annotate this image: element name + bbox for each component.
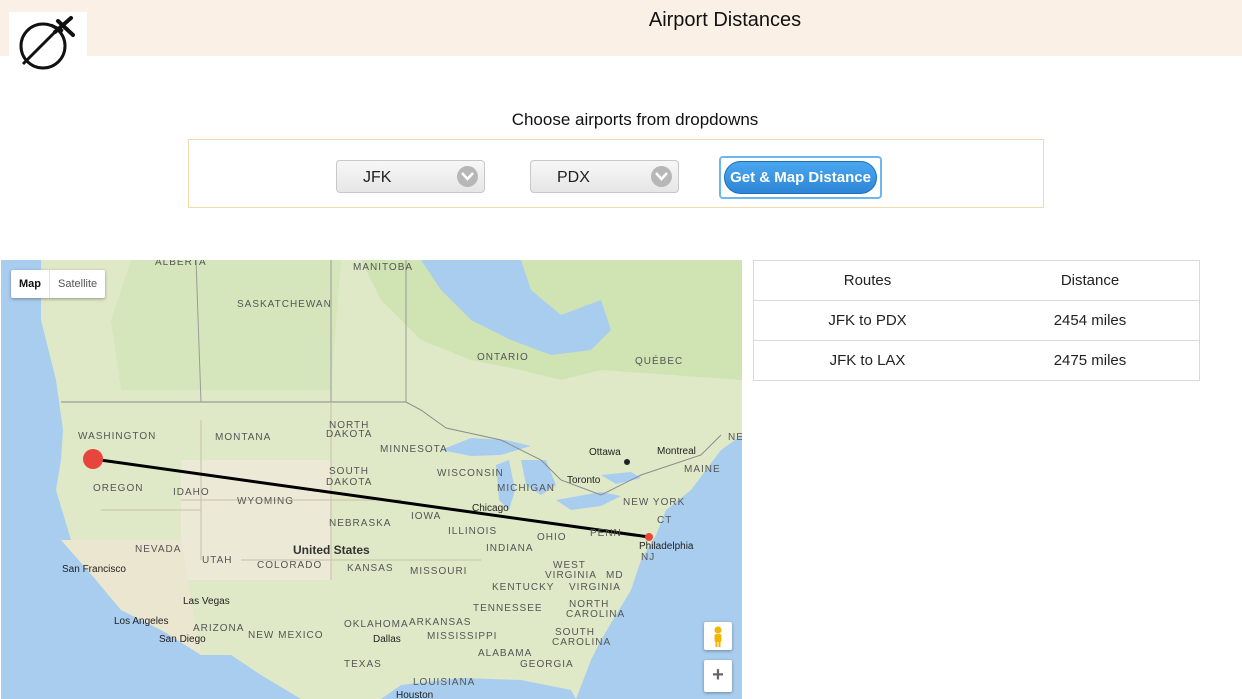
- map-label: MICHIGAN: [497, 483, 555, 494]
- map-label: ALABAMA: [478, 648, 533, 659]
- map-type-map-button[interactable]: Map: [11, 270, 49, 298]
- map-label: CAROLINA: [566, 609, 626, 620]
- map-label: ARIZONA: [193, 623, 245, 634]
- route-cell: JFK to LAX: [829, 352, 906, 369]
- map-label: SASKATCHEWAN: [237, 299, 332, 310]
- map-label: MONTANA: [215, 432, 272, 443]
- map-label: WYOMING: [237, 496, 294, 507]
- chevron-down-icon: [457, 166, 478, 187]
- map-label: OREGON: [93, 483, 144, 494]
- map-label: IOWA: [411, 511, 442, 522]
- airport-selector-panel: JFK PDX Get & Map Distance: [188, 139, 1044, 208]
- map-label: OKLAHOMA: [344, 619, 409, 630]
- app-header: Airport Distances: [0, 0, 1242, 56]
- street-view-button[interactable]: [704, 622, 732, 650]
- map-label: LOUISIANA: [413, 677, 476, 688]
- map-label: QUÉBEC: [635, 356, 684, 367]
- map-label: MAINE: [684, 464, 721, 475]
- origin-airport-value: JFK: [363, 169, 392, 186]
- map-label: WASHINGTON: [78, 431, 157, 442]
- map-label: NEW YORK: [623, 497, 686, 508]
- map-label: SOUTH: [329, 466, 369, 477]
- map-city-label: San Francisco: [62, 564, 126, 575]
- map-type-satellite-button[interactable]: Satellite: [49, 270, 105, 298]
- table-row: JFK to PDX 2454 miles: [753, 300, 1200, 341]
- map-label: MANITOBA: [353, 262, 414, 273]
- get-map-distance-label: Get & Map Distance: [724, 161, 877, 194]
- map-label: CAROLINA: [552, 637, 612, 648]
- map-label: VIRGINIA: [569, 582, 621, 593]
- map-label: DAKOTA: [326, 477, 373, 488]
- zoom-in-button[interactable]: +: [704, 660, 732, 692]
- instructions: Choose airports from dropdowns: [511, 110, 759, 129]
- destination-airport-value: PDX: [557, 169, 590, 186]
- map-label: NE: [728, 432, 742, 443]
- map-label: ARKANSAS: [409, 617, 472, 628]
- map-label: CT: [657, 515, 673, 526]
- map-city-label: San Diego: [159, 634, 206, 645]
- page-title: Airport Distances: [648, 9, 802, 31]
- distance-cell: 2475 miles: [1053, 352, 1127, 369]
- map-label: NEBRASKA: [329, 518, 392, 529]
- map-label: OHIO: [537, 532, 567, 543]
- map-label: NEVADA: [135, 544, 182, 555]
- plane-compass-icon: [19, 16, 75, 70]
- map-label: KANSAS: [347, 563, 394, 574]
- map-city-label: Dallas: [373, 634, 401, 645]
- map-label: MISSISSIPPI: [427, 631, 498, 642]
- map-city-label: Chicago: [472, 503, 509, 514]
- map-label: PENN: [590, 528, 622, 539]
- map-label: ALBERTA: [155, 260, 207, 268]
- map-city-label: Houston: [396, 690, 434, 699]
- logo[interactable]: [9, 12, 87, 72]
- pegman-icon: [714, 626, 722, 647]
- map-city-label: Toronto: [567, 475, 601, 486]
- map-label: COLORADO: [257, 560, 323, 571]
- map-label: KENTUCKY: [492, 582, 555, 593]
- map-label: MISSOURI: [410, 566, 468, 577]
- map-label: MINNESOTA: [380, 444, 448, 455]
- map-label: UTAH: [202, 555, 233, 566]
- map-city-label: Philadelphia: [639, 541, 694, 552]
- map-city-label: Los Angeles: [114, 616, 169, 627]
- table-header-row: Routes Distance: [753, 260, 1200, 301]
- map-label: TEXAS: [344, 659, 382, 670]
- map-label: WISCONSIN: [437, 468, 504, 479]
- table-row: JFK to LAX 2475 miles: [754, 341, 1200, 381]
- map-label: IDAHO: [173, 487, 210, 498]
- column-header-distance: Distance: [981, 260, 1200, 301]
- map-label: INDIANA: [486, 543, 534, 554]
- map-city-label: Montreal: [657, 446, 696, 457]
- map-label: NJ: [641, 552, 656, 563]
- origin-airport-select[interactable]: JFK: [336, 160, 485, 193]
- map-city-label: Las Vegas: [183, 596, 230, 607]
- chevron-down-icon: [651, 166, 672, 187]
- map-label: ONTARIO: [477, 352, 529, 363]
- map-label: MD: [606, 570, 624, 581]
- get-map-distance-button[interactable]: Get & Map Distance: [719, 156, 882, 199]
- map-city-label: Ottawa: [589, 447, 621, 458]
- map-label: NEW MEXICO: [248, 630, 324, 641]
- destination-airport-select[interactable]: PDX: [530, 160, 679, 193]
- column-header-routes: Routes: [753, 260, 981, 301]
- routes-table: Routes Distance JFK to PDX 2454 miles JF…: [753, 260, 1200, 381]
- map-label: DAKOTA: [326, 429, 373, 440]
- map-label: GEORGIA: [520, 659, 574, 670]
- map-label: TENNESSEE: [473, 603, 543, 614]
- route-map[interactable]: Map Satellite ALBERTA MANITOBA SASKATCHEW…: [1, 260, 742, 699]
- map-country-label: United States: [293, 543, 370, 557]
- map-label: VIRGINIA: [545, 570, 597, 581]
- distance-cell: 2454 miles: [981, 300, 1200, 341]
- map-label: ILLINOIS: [448, 526, 498, 537]
- route-cell: JFK to PDX: [753, 300, 981, 341]
- map-type-control: Map Satellite: [11, 270, 106, 298]
